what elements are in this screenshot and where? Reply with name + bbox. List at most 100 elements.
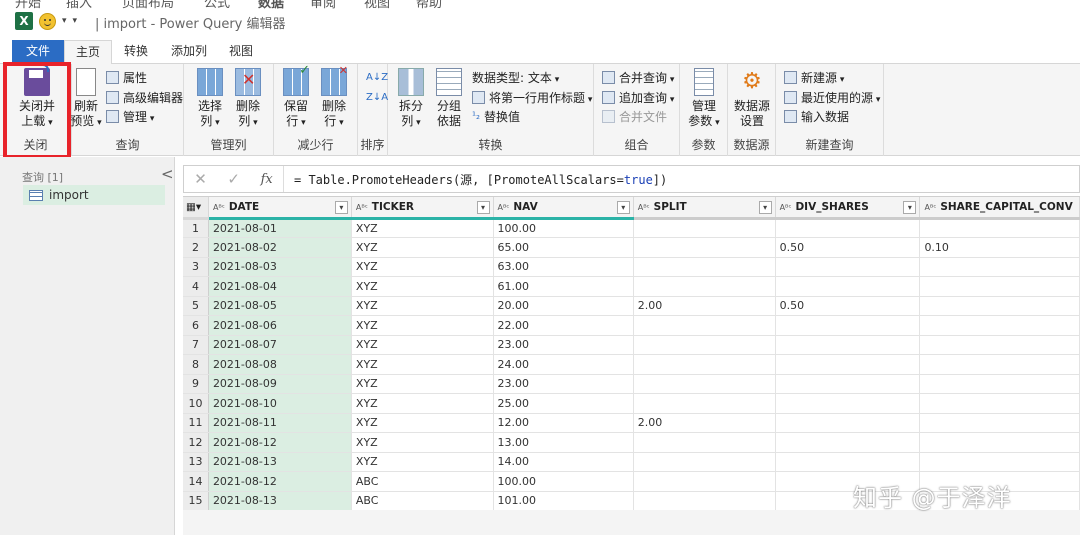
table-cell[interactable] <box>919 354 1080 375</box>
table-cell[interactable] <box>633 471 776 492</box>
type-abc-icon[interactable]: Aᴮᶜ <box>356 203 368 212</box>
table-cell[interactable] <box>919 452 1080 472</box>
table-cell[interactable]: 2021-08-02 <box>208 237 352 258</box>
use-first-row-as-headers-button[interactable]: 将第一行用作标题 <box>472 88 592 106</box>
table-cell[interactable] <box>775 432 921 453</box>
table-cell[interactable] <box>919 335 1080 355</box>
table-cell[interactable]: 101.00 <box>493 491 634 510</box>
table-cell[interactable]: 2021-08-12 <box>208 432 352 453</box>
row-number[interactable]: 6 <box>183 315 209 336</box>
tab-transform[interactable]: 转换 <box>114 40 158 64</box>
table-cell[interactable]: XYZ <box>351 257 494 277</box>
properties-button[interactable]: 属性 <box>106 68 147 86</box>
column-header-share-capital-conv[interactable]: Aᴮᶜ SHARE_CAPITAL_CONV <box>919 197 1080 220</box>
table-cell[interactable] <box>633 374 776 394</box>
table-cell[interactable]: 2021-08-09 <box>208 374 352 394</box>
row-number[interactable]: 11 <box>183 413 209 433</box>
keep-rows-button[interactable]: 保留 行 <box>280 63 312 131</box>
table-cell[interactable] <box>633 452 776 472</box>
row-number[interactable]: 3 <box>183 257 209 277</box>
refresh-preview-button[interactable]: 刷新 预览 <box>66 68 106 131</box>
table-cell[interactable] <box>633 491 776 510</box>
tab-view[interactable]: 视图 <box>221 40 261 64</box>
merge-queries-button[interactable]: 合并查询 <box>602 68 674 86</box>
row-number[interactable]: 5 <box>183 296 209 316</box>
table-cell[interactable] <box>633 276 776 297</box>
table-cell[interactable]: XYZ <box>351 452 494 472</box>
table-cell[interactable]: 0.50 <box>775 237 921 258</box>
row-number[interactable]: 8 <box>183 354 209 375</box>
table-cell[interactable]: XYZ <box>351 432 494 453</box>
table-cell[interactable]: 2021-08-05 <box>208 296 352 316</box>
column-header-split[interactable]: Aᴮᶜ SPLIT ▾ <box>633 197 776 220</box>
table-cell[interactable] <box>919 276 1080 297</box>
table-cell[interactable]: XYZ <box>351 335 494 355</box>
table-cell[interactable]: 2021-08-01 <box>208 218 352 238</box>
table-cell[interactable] <box>775 335 921 355</box>
table-cell[interactable]: 100.00 <box>493 471 634 492</box>
table-cell[interactable]: 23.00 <box>493 374 634 394</box>
feedback-smiley-icon[interactable] <box>39 12 56 30</box>
filter-dropdown-icon[interactable]: ▾ <box>476 201 490 214</box>
row-number[interactable]: 4 <box>183 276 209 297</box>
table-cell[interactable]: 24.00 <box>493 354 634 375</box>
filter-dropdown-icon[interactable]: ▾ <box>616 201 630 214</box>
table-cell[interactable]: ABC <box>351 471 494 492</box>
choose-columns-button[interactable]: 选择 列 <box>194 68 226 131</box>
table-cell[interactable]: XYZ <box>351 218 494 238</box>
table-cell[interactable]: 20.00 <box>493 296 634 316</box>
table-cell[interactable]: 63.00 <box>493 257 634 277</box>
table-cell[interactable]: 61.00 <box>493 276 634 297</box>
table-cell[interactable]: 2021-08-04 <box>208 276 352 297</box>
sort-descending-icon[interactable]: Z↓A <box>366 88 388 106</box>
table-cell[interactable] <box>919 432 1080 453</box>
table-cell[interactable] <box>919 218 1080 238</box>
recent-sources-button[interactable]: 最近使用的源 <box>784 88 880 106</box>
table-menu-icon[interactable]: ▦▾ <box>183 197 209 220</box>
table-cell[interactable] <box>919 296 1080 316</box>
row-number[interactable]: 2 <box>183 237 209 258</box>
row-number[interactable]: 15 <box>183 491 209 510</box>
table-cell[interactable] <box>633 257 776 277</box>
table-cell[interactable] <box>633 315 776 336</box>
qat-dropdown-icon[interactable]: ▾ <box>62 16 67 26</box>
filter-dropdown-icon[interactable]: ▾ <box>758 201 772 214</box>
table-cell[interactable]: 12.00 <box>493 413 634 433</box>
data-type-dropdown[interactable]: 数据类型: 文本 <box>472 68 559 86</box>
table-cell[interactable]: 2021-08-12 <box>208 471 352 492</box>
column-header-ticker[interactable]: Aᴮᶜ TICKER ▾ <box>351 197 494 220</box>
table-cell[interactable]: 2021-08-07 <box>208 335 352 355</box>
manage-button[interactable]: 管理 <box>106 107 154 125</box>
combine-files-button[interactable]: 合并文件 <box>602 107 667 125</box>
table-cell[interactable]: XYZ <box>351 393 494 414</box>
table-cell[interactable] <box>919 257 1080 277</box>
remove-rows-button[interactable]: 删除 行 <box>318 63 350 131</box>
data-source-settings-button[interactable]: ⚙ 数据源 设置 <box>732 68 772 129</box>
table-cell[interactable] <box>919 413 1080 433</box>
table-cell[interactable] <box>633 237 776 258</box>
table-cell[interactable]: 2021-08-13 <box>208 491 352 510</box>
table-cell[interactable]: 2021-08-08 <box>208 354 352 375</box>
table-cell[interactable] <box>633 432 776 453</box>
table-cell[interactable]: XYZ <box>351 276 494 297</box>
column-header-nav[interactable]: Aᴮᶜ NAV ▾ <box>493 197 634 220</box>
new-source-button[interactable]: 新建源 <box>784 68 844 86</box>
column-header-div-shares[interactable]: Aᴮᶜ DIV_SHARES ▾ <box>775 197 921 220</box>
table-cell[interactable]: 0.50 <box>775 296 921 316</box>
table-cell[interactable]: XYZ <box>351 237 494 258</box>
table-cell[interactable] <box>775 452 921 472</box>
query-item-import[interactable]: import <box>23 185 165 205</box>
table-cell[interactable]: 0.10 <box>919 237 1080 258</box>
table-cell[interactable]: XYZ <box>351 354 494 375</box>
split-column-button[interactable]: 拆分 列 <box>396 68 426 131</box>
row-number[interactable]: 9 <box>183 374 209 394</box>
table-cell[interactable]: XYZ <box>351 374 494 394</box>
row-number[interactable]: 13 <box>183 452 209 472</box>
sort-ascending-icon[interactable]: A↓Z <box>366 68 388 86</box>
table-cell[interactable] <box>775 257 921 277</box>
table-cell[interactable]: 22.00 <box>493 315 634 336</box>
row-number[interactable]: 7 <box>183 335 209 355</box>
table-cell[interactable]: 2021-08-06 <box>208 315 352 336</box>
type-abc-icon[interactable]: Aᴮᶜ <box>924 203 936 212</box>
table-cell[interactable]: 2021-08-10 <box>208 393 352 414</box>
